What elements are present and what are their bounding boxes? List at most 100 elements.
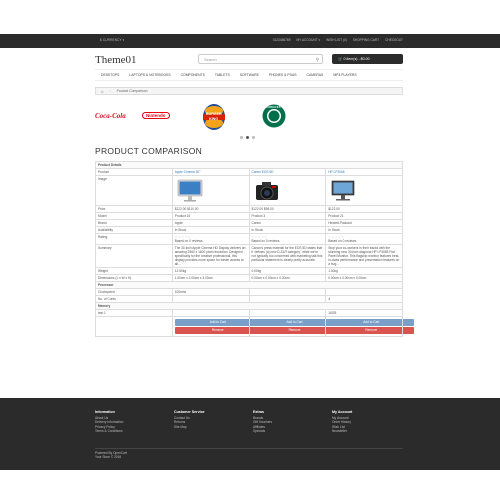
action-cell: Add to Cart Remove [248, 316, 338, 337]
wishlist-link[interactable]: WISH LIST (0) [326, 38, 347, 42]
brand-burger-king-top: BURGER [206, 112, 222, 116]
remove-button[interactable]: Remove [174, 327, 261, 334]
row-label: Brand [95, 219, 173, 227]
brand-coca-cola[interactable]: Coca-Cola [95, 112, 126, 120]
footer-link[interactable]: Site Map [174, 425, 205, 430]
menu-item-desktops[interactable]: DESKTOPS [101, 73, 119, 77]
section-header: Product Details [95, 161, 403, 169]
store-copyright: Your Store © 2016 [95, 455, 122, 460]
brand-burger-king-bottom: KING [209, 117, 218, 121]
table-row: test 1 16GB [95, 309, 403, 317]
shopping-cart-link[interactable]: SHOPPING CART [353, 38, 379, 42]
model-cell: Product 3 [248, 212, 327, 220]
remove-button[interactable]: Remove [251, 327, 338, 334]
memory-cell [248, 309, 327, 317]
menu-item-tablets[interactable]: TABLETS [215, 73, 230, 77]
brand-carousel: Coca-Cola Nintendo BURGER KING STARBUCKS [95, 101, 403, 133]
clockspeed-cell: 100mhz [171, 288, 250, 296]
footer-powered: Powered By OpenCart Your Store © 2016 [95, 451, 127, 460]
my-account-link[interactable]: MY ACCOUNT ▾ [296, 38, 320, 42]
hp-monitor-image[interactable] [330, 179, 356, 203]
store-logo[interactable]: Theme01 [95, 54, 137, 66]
summary-cell: Canon's press material for the EOS 5D st… [248, 244, 327, 268]
remove-button[interactable]: Remove [328, 327, 415, 334]
footer-information: Information About Us Delivery Informatio… [95, 410, 123, 434]
section-header: Memory [95, 302, 403, 310]
add-to-cart-button[interactable]: Add to Cart [251, 319, 338, 326]
currency-dropdown[interactable]: $ CURRENCY ▾ [100, 38, 124, 42]
footer-link[interactable]: Terms & Conditions [95, 429, 123, 434]
rating-cell: ☆☆☆☆☆ Based on 0 reviews. [171, 233, 250, 245]
section-product-details: Product Details [95, 161, 403, 169]
breadcrumb-current[interactable]: Product Comparison [117, 89, 148, 93]
row-label: Clockspeed [95, 288, 173, 296]
brand-nintendo[interactable]: Nintendo [142, 112, 170, 119]
cart-button[interactable]: 🛒 0 item(s) - $0.00 [332, 54, 403, 64]
row-label [95, 316, 173, 337]
row-label: Availability [95, 226, 173, 234]
clockspeed-cell [325, 288, 403, 296]
brand-cell: Hewlett-Packard [325, 219, 403, 227]
footer-extras: Extras Brands Gift Vouchers Affiliates S… [253, 410, 272, 434]
menu-item-laptops[interactable]: LAPTOPS & NOTEBOOKS [129, 73, 170, 77]
footer [0, 398, 500, 470]
dimensions-cell: 0.00cm x 0.00cm x 0.00cm [325, 274, 403, 282]
footer-link[interactable]: Specials [253, 429, 272, 434]
menu-item-phones[interactable]: PHONES & PDAS [269, 73, 297, 77]
footer-customer-service: Customer Service Contact Us Returns Site… [174, 410, 205, 429]
add-to-cart-button[interactable]: Add to Cart [328, 319, 415, 326]
add-to-cart-button[interactable]: Add to Cart [174, 319, 261, 326]
row-label: No. of Cores [95, 295, 173, 303]
summary-cell: Stop your co-workers in their tracks wit… [325, 244, 403, 268]
rating-cell: ☆☆☆☆☆ Based on 0 reviews. [248, 233, 327, 245]
action-cell: Add to Cart Remove [171, 316, 261, 337]
checkout-link[interactable]: CHECKOUT [385, 38, 403, 42]
weight-cell: 0.00kg [248, 267, 327, 275]
cores-cell [171, 295, 250, 303]
carousel-pagination [240, 136, 255, 139]
section-memory: Memory [95, 302, 403, 310]
row-label: Dimensions (L x W x H) [95, 274, 173, 282]
brand-burger-king[interactable]: BURGER KING [202, 103, 226, 131]
carousel-dot-active[interactable] [246, 136, 249, 139]
search-input[interactable]: Search ⚲ [198, 54, 323, 64]
row-label: Price [95, 205, 173, 213]
search-icon[interactable]: ⚲ [316, 57, 319, 63]
action-cell: Add to Cart Remove [325, 316, 415, 337]
brand-starbucks[interactable]: STARBUCKS [262, 104, 286, 128]
brand-cell: Apple [171, 219, 250, 227]
row-label: test 1 [95, 309, 173, 317]
carousel-dot[interactable] [240, 136, 243, 139]
camera-image[interactable] [254, 179, 280, 203]
carousel-dot[interactable] [252, 136, 255, 139]
phone-link[interactable]: 0123456789 [273, 38, 291, 42]
menu-item-mp3[interactable]: MP3 PLAYERS [333, 73, 356, 77]
product-image-cell [171, 175, 250, 206]
table-row: Summary The 30-inch Apple Cinema HD Disp… [95, 244, 403, 268]
product-link[interactable]: Apple Cinema 30" [175, 170, 201, 174]
price-cell: $122.00 $98.00 [248, 205, 327, 213]
clockspeed-cell [248, 288, 327, 296]
rating-cell: ☆☆☆☆☆ Based on 0 reviews. [325, 233, 403, 245]
menu-item-software[interactable]: SOFTWARE [240, 73, 259, 77]
product-link[interactable]: HP LP3065 [328, 170, 344, 174]
table-row: Model Product 15 Product 3 Product 21 [95, 212, 403, 220]
menu-item-cameras[interactable]: CAMERAS [307, 73, 324, 77]
footer-link[interactable]: Newsletter [332, 429, 352, 434]
section-header: Processor [95, 281, 403, 289]
brand-nintendo-label: Nintendo [146, 113, 166, 118]
weight-cell: 12.50kg [171, 267, 250, 275]
footer-divider [95, 448, 403, 449]
home-icon[interactable]: ⌂ [101, 89, 103, 94]
price-cell: $122.00 $110.00 [171, 205, 250, 213]
rating-text: Based on 0 reviews. [251, 239, 281, 243]
menu-item-components[interactable]: COMPONENTS [181, 73, 205, 77]
row-label: Product [95, 168, 173, 176]
page-title: PRODUCT COMPARISON [95, 146, 203, 156]
table-row: Dimensions (L x W x H) 1.00cm x 2.00cm x… [95, 274, 403, 282]
row-label: Model [95, 212, 173, 220]
footer-my-account: My Account My Account Order History Wish… [332, 410, 352, 434]
monitor-image[interactable] [177, 179, 203, 203]
product-cell: HP LP3065 [325, 168, 403, 176]
product-link[interactable]: Canon EOS 5D [252, 170, 274, 174]
